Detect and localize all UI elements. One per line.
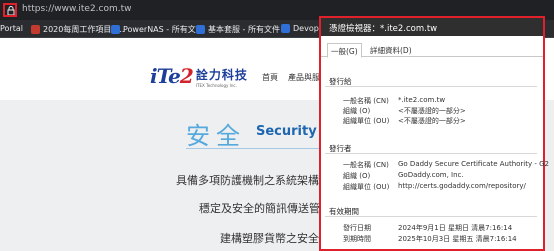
tab-general[interactable]: 一般(G) [327,43,362,58]
bookmark-basic-service[interactable]: 基本套服 - 所有文件 [196,24,280,35]
feature-line-1: 具備多項防護機制之系統架構 [176,174,319,187]
logo-text: 詮力科技 ITEX Technology Inc. [196,66,248,88]
url-text[interactable]: https://www.ite2.com.tw [22,4,132,14]
site-info-lock-icon[interactable] [3,3,17,17]
sharepoint-icon [111,25,120,34]
logo-company-english: ITEX Technology Inc. [195,83,237,88]
issued-to-o-value: <不屬憑證的一部分> [398,107,466,115]
bookmark-portal[interactable]: Portal [0,24,23,33]
bookmark-label: PowerNAS - 所有文件 [123,25,204,34]
hero-divider [186,148,321,149]
bookmark-label: 基本套服 - 所有文件 [208,25,280,34]
bookmark-favicon-icon [31,25,40,34]
issued-by-ou-label: 組織單位 (OU) [343,183,390,191]
issued-to-cn-value: *.ite2.com.tw [398,96,446,104]
feature-line-3: 建構塑膠貨幣之安全 [220,232,319,245]
site-logo[interactable]: iTe2 詮力科技 ITEX Technology Inc. [150,64,248,88]
nav-home[interactable]: 首頁 [262,72,278,83]
issued-to-o-label: 組織 (O) [343,107,371,115]
section-divider [325,86,537,87]
section-divider [325,153,537,154]
expiry-date-value: 2025年10月3日 星期五 清晨7:16:14 [398,235,517,243]
issued-to-ou-value: <不屬憑證的一部分> [398,117,466,125]
certificate-viewer-dialog: 憑證檢視器：*.ite2.com.tw 一般(G) 詳細資料(D) 發行給 一般… [319,16,549,251]
sharepoint-icon [281,24,290,33]
dialog-tabs: 一般(G) 詳細資料(D) [321,43,543,58]
hero-subtitle: Security [256,124,317,139]
dialog-title: 憑證檢視器：*.ite2.com.tw [321,18,543,36]
issued-to-cn-label: 一般名稱 (CN) [343,97,389,105]
logo-mark-text: iTe [150,64,181,88]
hero-title: 安全 [186,122,246,150]
issue-date-label: 發行日期 [343,224,371,232]
feature-line-2: 穩定及安全的簡訊傳送管 [199,202,320,215]
issued-by-cn-label: 一般名稱 (CN) [343,161,389,169]
sharepoint-icon [196,25,205,34]
issued-by-cn-value: Go Daddy Secure Certificate Authority - … [398,160,549,168]
issued-by-ou-value: http://certs.godaddy.com/repository/ [398,182,526,190]
logo-mark: iTe2 [150,64,194,88]
bookmark-powernas[interactable]: PowerNAS - 所有文件 [111,24,204,35]
tab-details[interactable]: 詳細資料(D) [367,43,415,57]
nav-products[interactable]: 產品與服 [288,72,320,83]
issue-date-value: 2024年9月1日 星期日 清晨7:16:14 [398,224,513,232]
issued-by-o-label: 組織 (O) [343,172,371,180]
bookmark-label: Portal [0,24,23,33]
expiry-date-label: 到期時間 [343,235,371,243]
issued-to-ou-label: 組織單位 (OU) [343,117,390,125]
logo-company-name: 詮力科技 [195,68,248,82]
issued-by-o-value: GoDaddy.com, Inc. [398,171,464,179]
logo-mark-number: 2 [179,64,194,88]
section-divider [325,216,537,217]
